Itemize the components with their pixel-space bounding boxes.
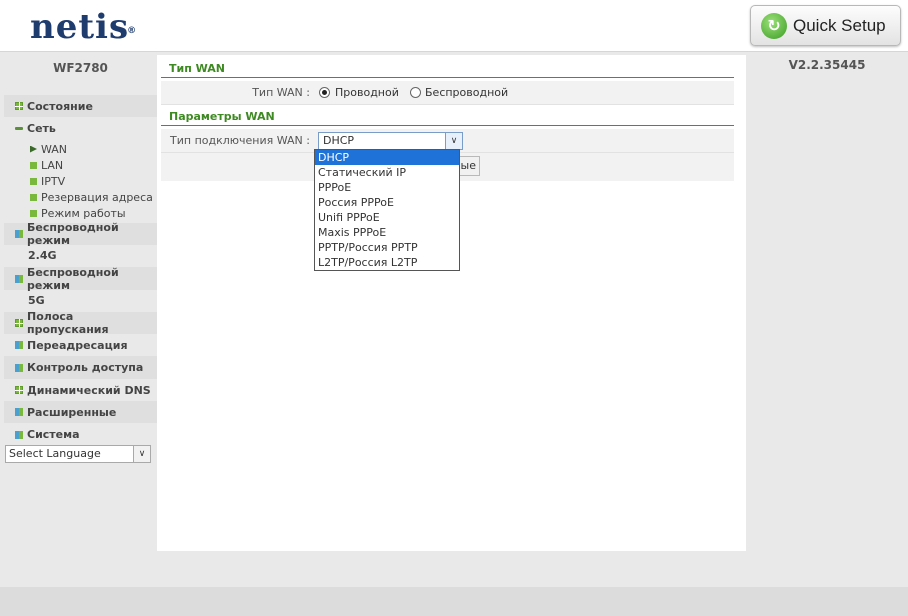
main-content: Тип WAN Тип WAN : Проводной Беспроводной…	[157, 55, 746, 551]
sidebar-item-wireless-2g[interactable]: Беспроводной режим 2.4G	[4, 221, 157, 267]
sidebar: WF2780 Состояние Сеть WAN LAN IPTV Резер…	[4, 55, 157, 446]
sidebar-item-advanced[interactable]: Расширенные	[4, 401, 157, 423]
grid-icon	[15, 230, 23, 238]
dropdown-option[interactable]: PPPoE	[315, 180, 459, 195]
subitem-label: IPTV	[41, 174, 66, 188]
sidebar-item-label: Расширенные	[27, 405, 117, 419]
subitem-label: Резервация адреса	[41, 190, 153, 204]
section-title-wan-type: Тип WAN	[161, 62, 734, 78]
connection-type-dropdown: DHCP Статический IP PPPoE Россия PPPoE U…	[314, 149, 460, 271]
sidebar-item-label: Динамический DNS	[27, 383, 151, 397]
quick-setup-label: Quick Setup	[793, 15, 886, 35]
sidebar-item-label: Состояние	[27, 99, 93, 113]
sidebar-item-label-line2: 2.4G	[4, 245, 157, 267]
wan-type-row: Тип WAN : Проводной Беспроводной	[161, 81, 734, 105]
grid-icon	[15, 430, 23, 439]
sidebar-item-label: Беспроводной режим	[27, 265, 119, 292]
sidebar-item-label: Система	[27, 428, 80, 441]
wan-type-label: Тип WAN :	[252, 86, 310, 99]
dropdown-option[interactable]: L2TP/Россия L2TP	[315, 255, 459, 270]
dropdown-option[interactable]: PPTP/Россия PPTP	[315, 240, 459, 255]
sidebar-subitem-wan[interactable]: WAN	[4, 141, 157, 157]
bullet-icon	[30, 177, 37, 185]
language-select[interactable]: Select Language ∨	[5, 445, 151, 463]
footer	[0, 587, 908, 616]
connection-type-select[interactable]: DHCP ∨	[318, 132, 463, 150]
subitem-label: Режим работы	[41, 206, 126, 220]
sidebar-item-label: Сеть	[27, 121, 56, 135]
language-select-value: Select Language	[9, 447, 101, 460]
sidebar-item-access-control[interactable]: Контроль доступа	[4, 356, 157, 379]
sidebar-subitem-lan[interactable]: LAN	[4, 157, 157, 173]
netis-logo: netis ®	[30, 7, 138, 47]
sidebar-item-ddns[interactable]: Динамический DNS	[4, 379, 157, 401]
sidebar-item-status[interactable]: Состояние	[4, 95, 157, 117]
sidebar-item-system[interactable]: Система	[4, 423, 157, 446]
quick-setup-button[interactable]: ↻ Quick Setup	[750, 5, 901, 46]
sidebar-item-bandwidth[interactable]: Полоса пропускания	[4, 310, 157, 336]
dropdown-option[interactable]: Maxis PPPoE	[315, 225, 459, 240]
subitem-label: WAN	[41, 142, 68, 156]
dropdown-option[interactable]: Unifi PPPoE	[315, 210, 459, 225]
sidebar-item-network[interactable]: Сеть	[4, 117, 157, 139]
connection-type-value: DHCP	[323, 134, 355, 147]
bullet-icon	[30, 161, 37, 169]
sidebar-item-label: Полоса пропускания	[27, 310, 109, 336]
firmware-version: V2.2.35445	[788, 58, 866, 72]
sidebar-subitem-iptv[interactable]: IPTV	[4, 173, 157, 189]
bullet-icon	[30, 193, 37, 201]
sidebar-subitem-address-reservation[interactable]: Резервация адреса	[4, 189, 157, 205]
bullet-icon	[30, 209, 37, 217]
sidebar-item-wireless-5g[interactable]: Беспроводной режим 5G	[4, 265, 157, 312]
dropdown-option[interactable]: Россия PPPoE	[315, 195, 459, 210]
chevron-down-icon: ∨	[133, 446, 150, 462]
radio-wired-label[interactable]: Проводной	[335, 81, 399, 105]
plus-icon	[15, 319, 23, 327]
plus-icon	[15, 386, 23, 394]
radio-wired[interactable]	[319, 87, 330, 98]
sidebar-item-label: Переадресация	[27, 338, 128, 352]
sidebar-item-label: Контроль доступа	[27, 361, 144, 374]
plus-icon	[15, 102, 23, 110]
sidebar-subitem-operation-mode[interactable]: Режим работы	[4, 205, 157, 221]
section-title-wan-params: Параметры WAN	[161, 110, 734, 126]
header: netis ® ↻ Quick Setup	[0, 0, 908, 52]
sidebar-item-label: Беспроводной режим	[27, 221, 119, 247]
refresh-icon: ↻	[761, 12, 787, 39]
minus-icon	[15, 126, 23, 130]
arrow-right-icon	[30, 145, 37, 153]
dropdown-option[interactable]: Статический IP	[315, 165, 459, 180]
grid-icon	[15, 363, 23, 372]
grid-icon	[15, 341, 23, 349]
sidebar-item-forwarding[interactable]: Переадресация	[4, 334, 157, 356]
subitem-label: LAN	[41, 158, 64, 172]
model-name: WF2780	[53, 61, 108, 75]
sidebar-item-label-line2: 5G	[4, 290, 157, 312]
grid-icon	[15, 274, 23, 283]
radio-wireless[interactable]	[410, 87, 421, 98]
grid-icon	[15, 408, 23, 416]
dropdown-option[interactable]: DHCP	[315, 150, 459, 165]
chevron-down-icon: ∨	[445, 133, 462, 149]
radio-wireless-label[interactable]: Беспроводной	[425, 81, 508, 105]
connection-type-label: Тип подключения WAN :	[170, 134, 310, 147]
